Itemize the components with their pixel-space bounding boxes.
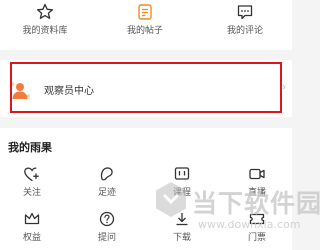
- post-document-icon: [138, 4, 152, 20]
- my-posts-label: 我的帖子: [126, 26, 163, 36]
- download-label: 下载: [172, 233, 191, 243]
- chevron-right-icon: ›: [282, 82, 286, 93]
- ask-question-label: 提问: [97, 233, 116, 243]
- benefits-button[interactable]: 权益: [2, 210, 62, 243]
- footprint-button[interactable]: 足迹: [77, 165, 137, 198]
- my-library-label: 我的资料库: [22, 26, 68, 36]
- comment-icon: [237, 5, 253, 20]
- follow-button[interactable]: 关注: [2, 165, 62, 198]
- benefits-label: 权益: [22, 233, 41, 243]
- course-button[interactable]: 课程: [152, 165, 212, 198]
- follow-label: 关注: [22, 188, 41, 198]
- my-posts-button[interactable]: 我的帖子: [105, 2, 185, 36]
- course-label: 课程: [172, 188, 191, 198]
- footprint-label: 足迹: [97, 188, 116, 198]
- top-shortcuts: 我的资料库 我的帖子 我的评论: [0, 0, 292, 50]
- my-comments-button[interactable]: 我的评论: [205, 2, 285, 36]
- my-library-button[interactable]: 我的资料库: [5, 2, 85, 36]
- highlight-annotation-box: [10, 62, 282, 113]
- live-button[interactable]: 直播: [227, 165, 287, 198]
- observer-center-section: 观察员中心 ›: [0, 60, 292, 117]
- ticket-button[interactable]: 门票: [227, 210, 287, 243]
- question-icon: [99, 211, 115, 227]
- my-yuguo-section: 我的雨果 关注 足迹 课程 直播 权益 提问 下载 门票: [0, 128, 292, 250]
- live-video-icon: [249, 168, 265, 180]
- my-comments-label: 我的评论: [226, 26, 263, 36]
- crown-icon: [24, 212, 40, 225]
- download-icon: [176, 213, 188, 226]
- footprint-icon: [100, 167, 113, 181]
- live-label: 直播: [247, 188, 266, 198]
- download-button[interactable]: 下载: [152, 210, 212, 243]
- course-icon: [174, 167, 190, 180]
- ask-question-button[interactable]: 提问: [77, 210, 137, 243]
- star-icon: [36, 3, 54, 19]
- ticket-icon: [249, 213, 265, 225]
- section-title: 我的雨果: [8, 141, 52, 154]
- ticket-label: 门票: [247, 233, 266, 243]
- heart-plus-icon: [24, 167, 39, 182]
